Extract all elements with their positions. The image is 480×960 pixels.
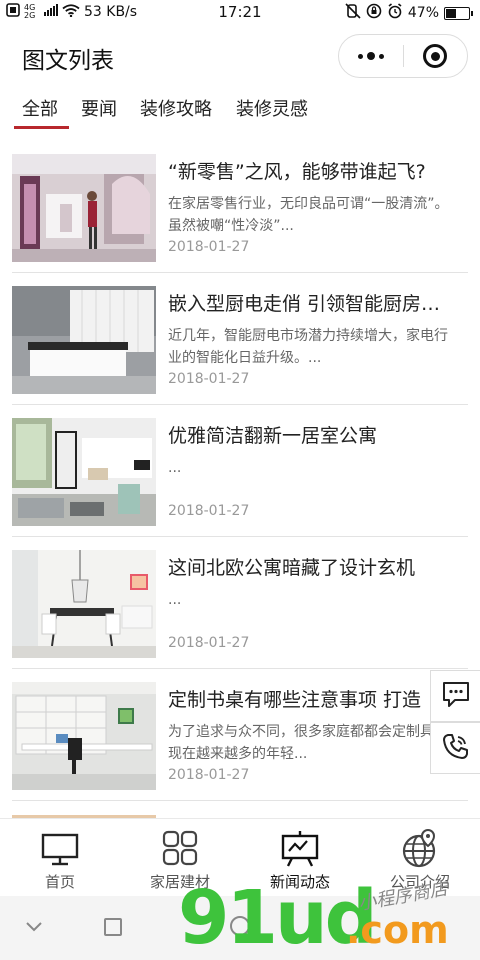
article-item[interactable]: “新零售”之风，能够带谁起飞? 在家居零售行业，无印良品可谓“一股清流”。虽然被… [12, 141, 468, 273]
news-board-icon [280, 829, 320, 869]
article-summary: 近几年，智能厨电市场潜力持续增大，家电行业的智能化日益升级。... [168, 328, 448, 366]
article-title: 这间北欧公寓暗藏了设计玄机 [168, 557, 416, 579]
alarm-icon [387, 3, 403, 23]
article-thumbnail [12, 418, 156, 526]
article-item[interactable]: 这间北欧公寓暗藏了设计玄机 ... 2018-01-27 [12, 537, 468, 669]
monitor-icon [40, 829, 80, 869]
status-bar: 4G 2G 53 KB/s 17:21 47% [0, 0, 480, 24]
tabbar-item-company[interactable]: 公司介绍 [360, 819, 480, 897]
tabbar-item-home[interactable]: 首页 [0, 819, 120, 897]
home-button[interactable] [230, 916, 250, 936]
active-tab-indicator [14, 126, 69, 129]
mute-icon [345, 3, 361, 23]
article-list: “新零售”之风，能够带谁起飞? 在家居零售行业，无印良品可谓“一股清流”。虽然被… [12, 141, 468, 801]
bottom-tab-bar: 首页 家居建材 新闻动态 公司介绍 [0, 818, 480, 896]
article-title: 嵌入型厨电走俏 引领智能厨房… [168, 293, 441, 315]
article-item[interactable]: 定制书桌有哪些注意事项 打造 为了追求与众不同，很多家庭都都会定制具。现在越来越… [12, 669, 468, 801]
article-thumbnail [12, 682, 156, 790]
chat-button[interactable] [430, 670, 480, 722]
tabbar-label: 家居建材 [149, 873, 210, 891]
article-item[interactable]: 嵌入型厨电走俏 引领智能厨房… 近几年，智能厨电市场潜力持续增大，家电行业的智能… [12, 273, 468, 405]
article-thumbnail [12, 550, 156, 658]
target-icon [423, 44, 448, 68]
tabbar-label: 公司介绍 [389, 873, 450, 891]
chat-bubble-icon [441, 680, 471, 712]
page-title: 图文列表 [22, 48, 114, 74]
tab-all[interactable]: 全部 [22, 95, 58, 121]
article-date: 2018-01-27 [168, 635, 250, 651]
system-navigation-bar [0, 896, 480, 960]
article-summary: 为了追求与众不同，很多家庭都都会定制具。现在越来越多的年轻... [168, 724, 448, 762]
globe-pin-icon [400, 828, 440, 869]
article-item[interactable]: 优雅简洁翻新一居室公寓 ... 2018-01-27 [12, 405, 468, 537]
article-thumbnail [12, 286, 156, 394]
battery-percent: 47% [407, 5, 439, 21]
article-date: 2018-01-27 [168, 239, 250, 255]
tabbar-item-building-materials[interactable]: 家居建材 [120, 819, 240, 897]
article-date: 2018-01-27 [168, 503, 250, 519]
more-options-button[interactable] [339, 35, 403, 77]
article-summary: ... [168, 592, 182, 608]
grid-icon [160, 829, 200, 869]
lock-rotation-icon [366, 3, 382, 23]
article-title: 定制书桌有哪些注意事项 打造 [168, 689, 422, 711]
article-summary: 在家居零售行业，无印良品可谓“一股清流”。虽然被嘲“性冷淡”... [168, 196, 449, 234]
tabbar-item-news[interactable]: 新闻动态 [240, 819, 360, 897]
recent-apps-button[interactable] [104, 918, 122, 936]
close-miniprogram-button[interactable] [404, 35, 467, 77]
tabbar-label: 新闻动态 [269, 873, 330, 891]
tab-headlines[interactable]: 要闻 [81, 95, 117, 121]
navigation-bar: 图文列表 [0, 24, 480, 88]
tabbar-label: 首页 [44, 873, 75, 891]
battery-icon [444, 6, 473, 20]
tab-renovation-guide[interactable]: 装修攻略 [140, 95, 212, 121]
article-date: 2018-01-27 [168, 767, 250, 783]
article-date: 2018-01-27 [168, 371, 250, 387]
article-title: 优雅简洁翻新一居室公寓 [168, 425, 378, 447]
call-button[interactable] [430, 722, 480, 774]
category-tabs: 全部 要闻 装修攻略 装修灵感 [0, 88, 480, 132]
article-title: “新零售”之风，能够带谁起飞? [168, 161, 426, 183]
chevron-down-icon[interactable] [26, 918, 42, 937]
tab-renovation-inspiration[interactable]: 装修灵感 [236, 95, 308, 121]
phone-icon [441, 731, 471, 765]
miniprogram-capsule [338, 34, 468, 78]
article-summary: ... [168, 460, 182, 476]
article-thumbnail [12, 154, 156, 262]
